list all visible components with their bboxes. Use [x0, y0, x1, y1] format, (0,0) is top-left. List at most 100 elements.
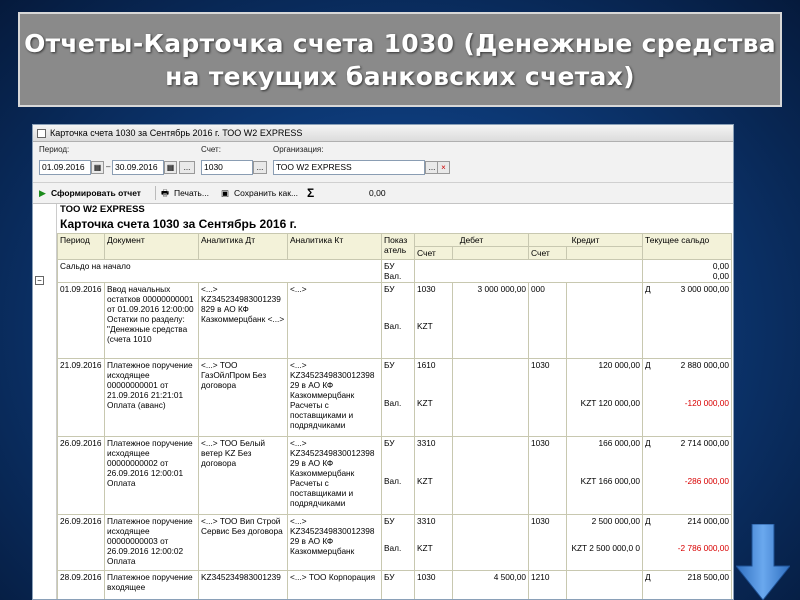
row-balance: Д 218 500,00 — [642, 570, 733, 599]
row-debit-account-bu: 1610 — [417, 360, 436, 370]
collapse-group-icon[interactable]: − — [35, 276, 44, 285]
table-row[interactable]: 28.09.2016 Платежное поручение входящее KZ… — [57, 570, 733, 599]
row-debit-account: 1030 — [414, 570, 453, 599]
row-debit-account-bu: 1030 — [417, 572, 436, 582]
opening-indicator-bu: БУ — [384, 261, 395, 271]
row-indicator-bu: БУ — [384, 516, 395, 526]
period-label: Период: — [39, 145, 70, 154]
report-toolbar: ▶ Сформировать отчет 🖶 Печать... ▣ Сохра… — [33, 182, 733, 204]
table-header: Период Документ Аналитика Дт Аналитика К… — [57, 233, 733, 260]
row-analytics-kt: <...> KZ3452349830012398 29 в АО КФ Казк… — [287, 436, 382, 515]
row-analytics-kt: <...> ТОО Корпорация — [287, 570, 382, 599]
balance-value: 2 714 000,00 — [680, 438, 730, 448]
col-analytics-kt: Аналитика Кт — [287, 233, 382, 260]
clear-icon[interactable]: × — [437, 161, 450, 174]
row-balance: Д 214 000,00 -2 786 000,00 — [642, 514, 733, 571]
row-analytics-dt: <...> ТОО ГазОйлПром Без договора — [198, 358, 288, 437]
row-balance: Д 2 714 000,00 -286 000,00 — [642, 436, 733, 515]
table-row[interactable]: 26.09.2016 Платежное поручение исходящее … — [57, 436, 733, 515]
row-document: Платежное поручение исходящее 0000000000… — [104, 514, 199, 571]
col-debit-sum — [452, 246, 529, 260]
row-debit-account-bu: 3310 — [417, 516, 436, 526]
row-credit-account: 1210 — [528, 570, 567, 599]
account-select-button[interactable]: ... — [253, 161, 267, 174]
row-credit-account: 1030 — [528, 514, 567, 571]
table-row[interactable]: 21.09.2016 Платежное поручение исходящее … — [57, 358, 733, 437]
row-period: 26.09.2016 — [57, 514, 105, 571]
generate-report-label: Сформировать отчет — [51, 188, 141, 198]
calendar-icon[interactable]: ▦ — [164, 161, 177, 174]
col-balance: Текущее сальдо — [642, 233, 733, 260]
opening-balance-val: 0,00 — [712, 271, 730, 281]
row-debit-account-val: KZT — [417, 543, 433, 553]
row-debit-account: 3310 KZT — [414, 514, 453, 571]
row-credit-sum-bu: 2 500 000,00 — [591, 516, 641, 526]
col-analytics-dt: Аналитика Дт — [198, 233, 288, 260]
row-debit-sum — [452, 358, 529, 437]
row-credit-sum-bu: 120 000,00 — [598, 360, 641, 370]
row-credit-sum-bu: 166 000,00 — [598, 438, 641, 448]
report-sheet[interactable]: − ТОО W2 EXPRESS Карточка счета 1030 за … — [33, 204, 733, 599]
slide-title-box: Отчеты-Карточка счета 1030 (Денежные сре… — [18, 12, 782, 107]
balance-currency-value: -2 786 000,00 — [677, 543, 730, 553]
col-indicator: Показ атель — [381, 233, 415, 260]
table-row[interactable]: 01.09.2016 Ввод начальных остатков 000000… — [57, 282, 733, 359]
row-debit-sum — [452, 514, 529, 571]
balance-side: Д — [645, 572, 651, 582]
account-label: Счет: — [201, 145, 221, 154]
date-to-field[interactable]: 30.09.2016 — [112, 160, 164, 175]
opening-indicator: БУ Вал. — [381, 259, 415, 283]
col-period: Период — [57, 233, 105, 260]
row-indicator-val: Вал. — [384, 543, 402, 553]
balance-side: Д — [645, 516, 651, 526]
toolbar-separator — [155, 186, 156, 200]
col-debit-account: Счет — [414, 246, 453, 260]
row-indicator-bu: БУ — [384, 438, 395, 448]
date-from-field[interactable]: 01.09.2016 — [39, 160, 91, 175]
balance-side: Д — [645, 438, 651, 448]
row-credit-sum: 120 000,00 KZT 120 000,00 — [565, 358, 644, 437]
row-debit-sum: 3 000 000,00 — [452, 282, 529, 359]
window-titlebar[interactable]: Карточка счета 1030 за Сентябрь 2016 г. … — [33, 125, 733, 142]
row-document: Платежное поручение исходящее 0000000000… — [104, 358, 199, 437]
balance-value: 2 880 000,00 — [680, 360, 730, 370]
account-field[interactable]: 1030 — [201, 160, 253, 175]
row-document: Ввод начальных остатков 00000000001 от 0… — [104, 282, 199, 359]
table-row[interactable]: 26.09.2016 Платежное поручение исходящее … — [57, 514, 733, 571]
row-analytics-kt: <...> KZ3452349830012398 29 в АО КФ Казк… — [287, 358, 382, 437]
save-as-button[interactable]: Сохранить как... — [234, 186, 298, 201]
opening-balance-row[interactable]: Сальдо на начало БУ Вал. 0,00 0,00 — [57, 259, 733, 283]
row-indicator-val: Вал. — [384, 321, 402, 331]
row-period: 26.09.2016 — [57, 436, 105, 515]
col-document: Документ — [104, 233, 199, 260]
group-gutter: − — [33, 204, 57, 599]
org-field[interactable]: ТОО W2 EXPRESS — [273, 160, 425, 175]
col-credit-account: Счет — [528, 246, 567, 260]
calendar-icon[interactable]: ▦ — [91, 161, 104, 174]
row-credit-account: 000 — [528, 282, 567, 359]
row-indicator-val: Вал. — [384, 398, 402, 408]
row-debit-account: 3310 KZT — [414, 436, 453, 515]
report-title: Карточка счета 1030 за Сентябрь 2016 г. — [60, 217, 297, 231]
row-document: Платежное поручение исходящее 0000000000… — [104, 436, 199, 515]
report-grid: ТОО W2 EXPRESS Карточка счета 1030 за Се… — [57, 204, 733, 599]
period-select-button[interactable]: ... — [179, 161, 195, 174]
row-analytics-dt: KZ345234983001239 — [198, 570, 288, 599]
row-indicator-bu: БУ — [384, 284, 395, 294]
balance-side: Д — [645, 360, 651, 370]
row-document: Платежное поручение входящее — [104, 570, 199, 599]
slide-title: Отчеты-Карточка счета 1030 (Денежные сре… — [24, 28, 776, 91]
arrow-down-icon[interactable] — [736, 524, 790, 600]
print-button[interactable]: Печать... — [174, 186, 209, 201]
generate-report-button[interactable]: Сформировать отчет — [51, 186, 141, 201]
row-indicator: БУ Вал. — [381, 282, 415, 359]
opening-balance: 0,00 0,00 — [642, 259, 733, 283]
report-org: ТОО W2 EXPRESS — [60, 204, 145, 215]
row-debit-account-val: KZT — [417, 476, 433, 486]
row-debit-sum — [452, 436, 529, 515]
row-period: 28.09.2016 — [57, 570, 105, 599]
row-credit-sum-val: KZT 120 000,00 — [580, 398, 641, 408]
row-debit-sum: 4 500,00 — [452, 570, 529, 599]
row-debit-account-val: KZT — [417, 321, 433, 331]
row-debit-account-bu: 3310 — [417, 438, 436, 448]
